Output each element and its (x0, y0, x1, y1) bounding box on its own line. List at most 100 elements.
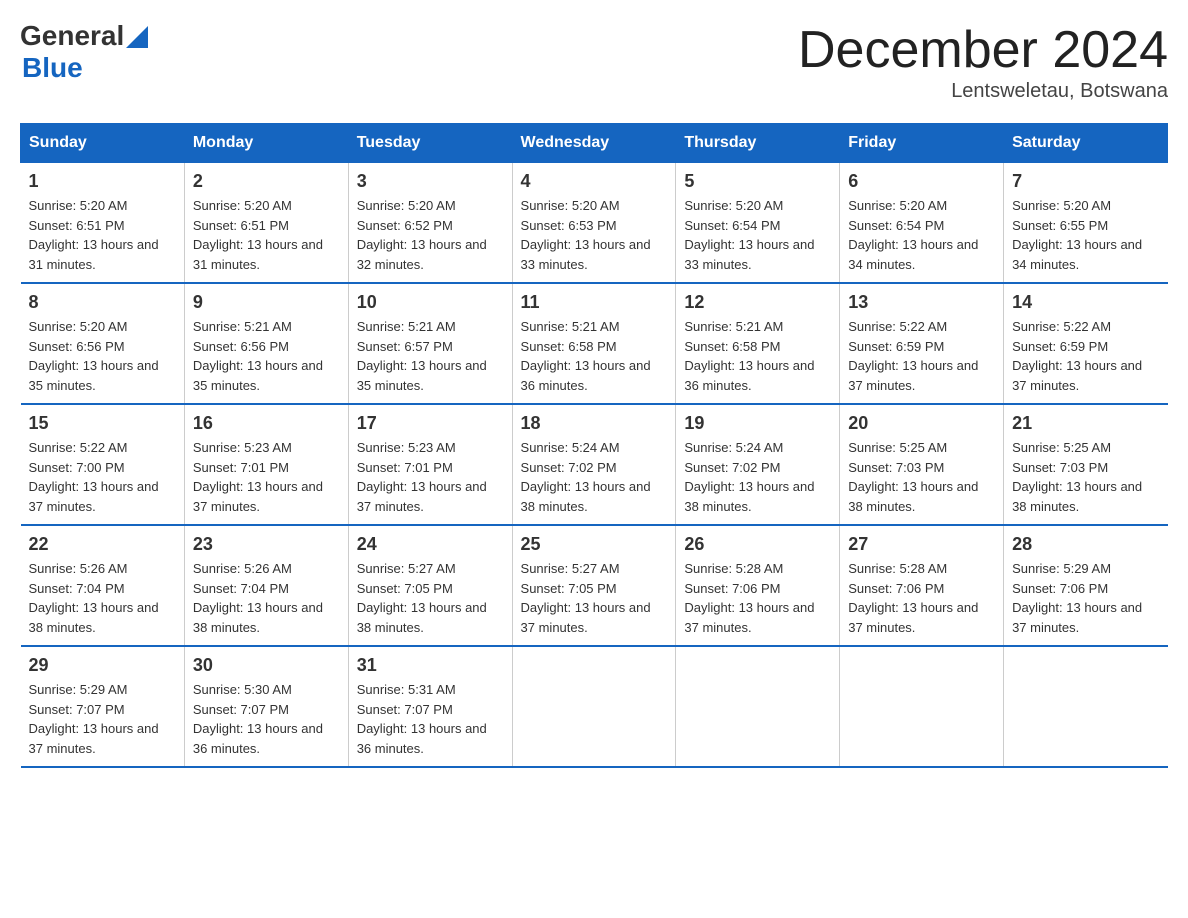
day-cell-4: 4Sunrise: 5:20 AMSunset: 6:53 PMDaylight… (512, 163, 676, 284)
day-info: Sunrise: 5:25 AMSunset: 7:03 PMDaylight:… (1012, 438, 1159, 516)
weekday-header-friday: Friday (840, 124, 1004, 163)
day-info: Sunrise: 5:29 AMSunset: 7:07 PMDaylight:… (29, 680, 176, 758)
day-number: 24 (357, 534, 504, 555)
day-cell-23: 23 Sunrise: 5:26 AMSunset: 7:04 PMDayligh… (184, 525, 348, 646)
day-info: Sunrise: 5:31 AMSunset: 7:07 PMDaylight:… (357, 680, 504, 758)
day-cell-29: 29 Sunrise: 5:29 AMSunset: 7:07 PMDayligh… (21, 646, 185, 767)
week-row-2: 8 Sunrise: 5:20 AMSunset: 6:56 PMDaylight… (21, 283, 1168, 404)
day-cell-6: 6 Sunrise: 5:20 AMSunset: 6:54 PMDaylight… (840, 163, 1004, 284)
day-cell-28: 28 Sunrise: 5:29 AMSunset: 7:06 PMDayligh… (1004, 525, 1168, 646)
day-cell-5: 5 Sunrise: 5:20 AMSunset: 6:54 PMDaylight… (676, 163, 840, 284)
day-info: Sunrise: 5:21 AMSunset: 6:57 PMDaylight:… (357, 317, 504, 395)
logo-triangle-icon (126, 26, 148, 48)
day-info: Sunrise: 5:28 AMSunset: 7:06 PMDaylight:… (848, 559, 995, 637)
weekday-header-wednesday: Wednesday (512, 124, 676, 163)
day-number: 17 (357, 413, 504, 434)
day-info: Sunrise: 5:20 AMSunset: 6:53 PMDaylight:… (521, 196, 668, 274)
day-number: 16 (193, 413, 340, 434)
day-info: Sunrise: 5:20 AMSunset: 6:54 PMDaylight:… (684, 196, 831, 274)
day-number: 30 (193, 655, 340, 676)
empty-cell (676, 646, 840, 767)
empty-cell (512, 646, 676, 767)
day-info: Sunrise: 5:20 AMSunset: 6:51 PMDaylight:… (29, 196, 176, 274)
day-number: 2 (193, 171, 340, 192)
day-cell-3: 3 Sunrise: 5:20 AMSunset: 6:52 PMDaylight… (348, 163, 512, 284)
day-number: 28 (1012, 534, 1159, 555)
empty-cell (1004, 646, 1168, 767)
day-info: Sunrise: 5:24 AMSunset: 7:02 PMDaylight:… (684, 438, 831, 516)
day-info: Sunrise: 5:23 AMSunset: 7:01 PMDaylight:… (357, 438, 504, 516)
day-number: 20 (848, 413, 995, 434)
day-info: Sunrise: 5:22 AMSunset: 7:00 PMDaylight:… (29, 438, 176, 516)
day-info: Sunrise: 5:29 AMSunset: 7:06 PMDaylight:… (1012, 559, 1159, 637)
day-number: 6 (848, 171, 995, 192)
day-cell-13: 13 Sunrise: 5:22 AMSunset: 6:59 PMDayligh… (840, 283, 1004, 404)
day-number: 21 (1012, 413, 1159, 434)
day-info: Sunrise: 5:20 AMSunset: 6:51 PMDaylight:… (193, 196, 340, 274)
empty-cell (840, 646, 1004, 767)
day-info: Sunrise: 5:28 AMSunset: 7:06 PMDaylight:… (684, 559, 831, 637)
day-number: 3 (357, 171, 504, 192)
day-cell-24: 24 Sunrise: 5:27 AMSunset: 7:05 PMDayligh… (348, 525, 512, 646)
day-cell-17: 17 Sunrise: 5:23 AMSunset: 7:01 PMDayligh… (348, 404, 512, 525)
logo: General Blue (20, 20, 148, 84)
logo-general: General (20, 20, 124, 52)
day-cell-22: 22Sunrise: 5:26 AMSunset: 7:04 PMDayligh… (21, 525, 185, 646)
day-info: Sunrise: 5:27 AMSunset: 7:05 PMDaylight:… (521, 559, 668, 637)
day-cell-31: 31 Sunrise: 5:31 AMSunset: 7:07 PMDayligh… (348, 646, 512, 767)
weekday-header-row: SundayMondayTuesdayWednesdayThursdayFrid… (21, 124, 1168, 163)
day-number: 12 (684, 292, 831, 313)
day-info: Sunrise: 5:21 AMSunset: 6:56 PMDaylight:… (193, 317, 340, 395)
day-number: 26 (684, 534, 831, 555)
day-number: 19 (684, 413, 831, 434)
day-number: 22 (29, 534, 176, 555)
day-cell-10: 10Sunrise: 5:21 AMSunset: 6:57 PMDayligh… (348, 283, 512, 404)
day-cell-14: 14 Sunrise: 5:22 AMSunset: 6:59 PMDayligh… (1004, 283, 1168, 404)
weekday-header-thursday: Thursday (676, 124, 840, 163)
day-number: 18 (521, 413, 668, 434)
weekday-header-saturday: Saturday (1004, 124, 1168, 163)
day-number: 23 (193, 534, 340, 555)
day-cell-20: 20Sunrise: 5:25 AMSunset: 7:03 PMDayligh… (840, 404, 1004, 525)
day-info: Sunrise: 5:22 AMSunset: 6:59 PMDaylight:… (1012, 317, 1159, 395)
day-info: Sunrise: 5:20 AMSunset: 6:54 PMDaylight:… (848, 196, 995, 274)
day-info: Sunrise: 5:22 AMSunset: 6:59 PMDaylight:… (848, 317, 995, 395)
day-number: 14 (1012, 292, 1159, 313)
day-cell-7: 7Sunrise: 5:20 AMSunset: 6:55 PMDaylight… (1004, 163, 1168, 284)
day-cell-25: 25 Sunrise: 5:27 AMSunset: 7:05 PMDayligh… (512, 525, 676, 646)
day-cell-19: 19 Sunrise: 5:24 AMSunset: 7:02 PMDayligh… (676, 404, 840, 525)
day-number: 8 (29, 292, 176, 313)
day-info: Sunrise: 5:27 AMSunset: 7:05 PMDaylight:… (357, 559, 504, 637)
day-cell-15: 15 Sunrise: 5:22 AMSunset: 7:00 PMDayligh… (21, 404, 185, 525)
day-number: 29 (29, 655, 176, 676)
weekday-header-tuesday: Tuesday (348, 124, 512, 163)
day-info: Sunrise: 5:20 AMSunset: 6:52 PMDaylight:… (357, 196, 504, 274)
day-info: Sunrise: 5:26 AMSunset: 7:04 PMDaylight:… (193, 559, 340, 637)
day-cell-8: 8 Sunrise: 5:20 AMSunset: 6:56 PMDaylight… (21, 283, 185, 404)
day-cell-18: 18 Sunrise: 5:24 AMSunset: 7:02 PMDayligh… (512, 404, 676, 525)
day-cell-26: 26 Sunrise: 5:28 AMSunset: 7:06 PMDayligh… (676, 525, 840, 646)
calendar-table: SundayMondayTuesdayWednesdayThursdayFrid… (20, 123, 1168, 768)
title-block: December 2024 Lentsweletau, Botswana (798, 20, 1168, 103)
month-title: December 2024 (798, 20, 1168, 80)
day-number: 7 (1012, 171, 1159, 192)
day-cell-2: 2 Sunrise: 5:20 AMSunset: 6:51 PMDaylight… (184, 163, 348, 284)
location: Lentsweletau, Botswana (798, 80, 1168, 103)
day-cell-16: 16 Sunrise: 5:23 AMSunset: 7:01 PMDayligh… (184, 404, 348, 525)
day-number: 11 (521, 292, 668, 313)
day-number: 5 (684, 171, 831, 192)
day-info: Sunrise: 5:20 AMSunset: 6:56 PMDaylight:… (29, 317, 176, 395)
day-number: 15 (29, 413, 176, 434)
day-info: Sunrise: 5:24 AMSunset: 7:02 PMDaylight:… (521, 438, 668, 516)
day-cell-30: 30 Sunrise: 5:30 AMSunset: 7:07 PMDayligh… (184, 646, 348, 767)
day-cell-1: 1Sunrise: 5:20 AMSunset: 6:51 PMDaylight… (21, 163, 185, 284)
day-number: 31 (357, 655, 504, 676)
day-info: Sunrise: 5:21 AMSunset: 6:58 PMDaylight:… (684, 317, 831, 395)
week-row-1: 1Sunrise: 5:20 AMSunset: 6:51 PMDaylight… (21, 163, 1168, 284)
day-number: 25 (521, 534, 668, 555)
day-number: 13 (848, 292, 995, 313)
day-info: Sunrise: 5:23 AMSunset: 7:01 PMDaylight:… (193, 438, 340, 516)
day-info: Sunrise: 5:30 AMSunset: 7:07 PMDaylight:… (193, 680, 340, 758)
day-cell-11: 11Sunrise: 5:21 AMSunset: 6:58 PMDayligh… (512, 283, 676, 404)
week-row-5: 29 Sunrise: 5:29 AMSunset: 7:07 PMDayligh… (21, 646, 1168, 767)
